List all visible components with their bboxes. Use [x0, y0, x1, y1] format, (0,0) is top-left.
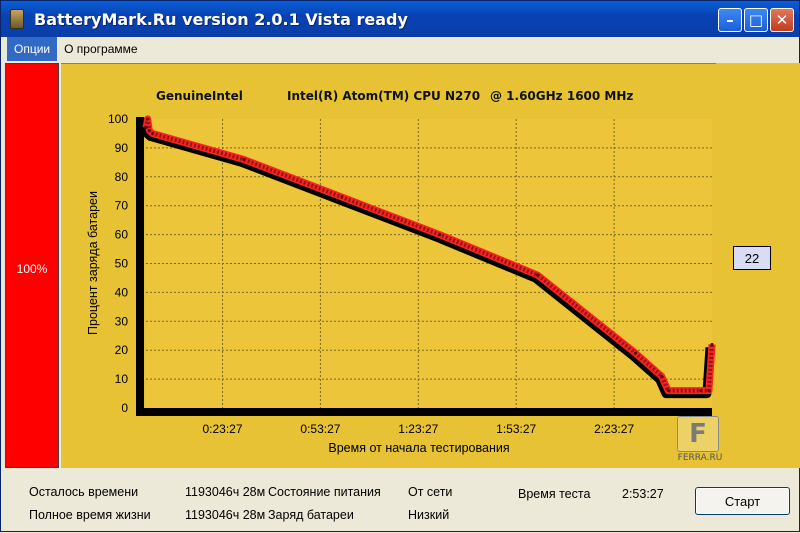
- x-tick-label: 2:23:27: [594, 422, 634, 436]
- remaining-percent-box: 22: [733, 246, 771, 270]
- start-button[interactable]: Старт: [695, 487, 790, 515]
- ferra-logo-icon: F: [677, 416, 719, 452]
- y-tick-label: 30: [115, 314, 129, 328]
- series-point: [340, 195, 344, 199]
- watermark-text: FERRA.RU: [677, 453, 723, 463]
- series-point: [660, 374, 664, 378]
- series-point: [633, 351, 637, 355]
- y-axis-line: [136, 117, 144, 416]
- y-tick-label: 50: [115, 257, 129, 271]
- y-tick-label: 40: [115, 285, 129, 299]
- series-point: [151, 131, 155, 135]
- power-state-value: От сети: [408, 485, 453, 499]
- battery-charge-label: Заряд батареи: [268, 508, 354, 522]
- series-point: [666, 389, 670, 393]
- y-tick-label: 20: [115, 343, 129, 357]
- x-tick-label: 1:23:27: [398, 422, 438, 436]
- series-point: [438, 233, 442, 237]
- series-point: [147, 129, 151, 133]
- remaining-time-value: 1193046ч 28м: [185, 485, 266, 499]
- series-point: [144, 126, 148, 130]
- series-point: [710, 342, 714, 346]
- y-tick-label: 0: [121, 401, 128, 415]
- x-axis-label: Время от начала тестирования: [328, 441, 509, 455]
- status-panel: Осталось времени 1193046ч 28м Полное вре…: [1, 471, 799, 531]
- y-tick-label: 10: [115, 372, 129, 386]
- y-tick-label: 70: [115, 199, 129, 213]
- test-time-label: Время теста: [518, 487, 591, 501]
- series-point: [707, 389, 711, 393]
- x-tick-label: 1:53:27: [496, 422, 536, 436]
- lifetime-value: 1193046ч 28м: [185, 508, 266, 522]
- lifetime-label: Полное время жизни: [29, 508, 151, 522]
- test-time-value: 2:53:27: [622, 487, 664, 501]
- series-point: [536, 273, 540, 277]
- battery-charge-value: Низкий: [408, 508, 450, 522]
- series-point: [242, 157, 246, 161]
- x-axis-line: [136, 408, 712, 416]
- x-tick-label: 0:53:27: [300, 422, 340, 436]
- remaining-time-label: Осталось времени: [29, 485, 139, 499]
- series-point: [146, 117, 150, 121]
- y-tick-label: 60: [115, 228, 129, 242]
- y-tick-label: 100: [108, 112, 128, 126]
- y-axis-label: Процент заряда батареи: [86, 191, 100, 335]
- x-tick-label: 0:23:27: [202, 422, 242, 436]
- power-state-label: Состояние питания: [268, 485, 381, 499]
- series-point: [699, 389, 703, 393]
- y-tick-label: 80: [115, 170, 129, 184]
- app-window: BatteryMark.Ru version 2.0.1 Vista ready…: [0, 0, 800, 532]
- y-tick-label: 90: [115, 141, 129, 155]
